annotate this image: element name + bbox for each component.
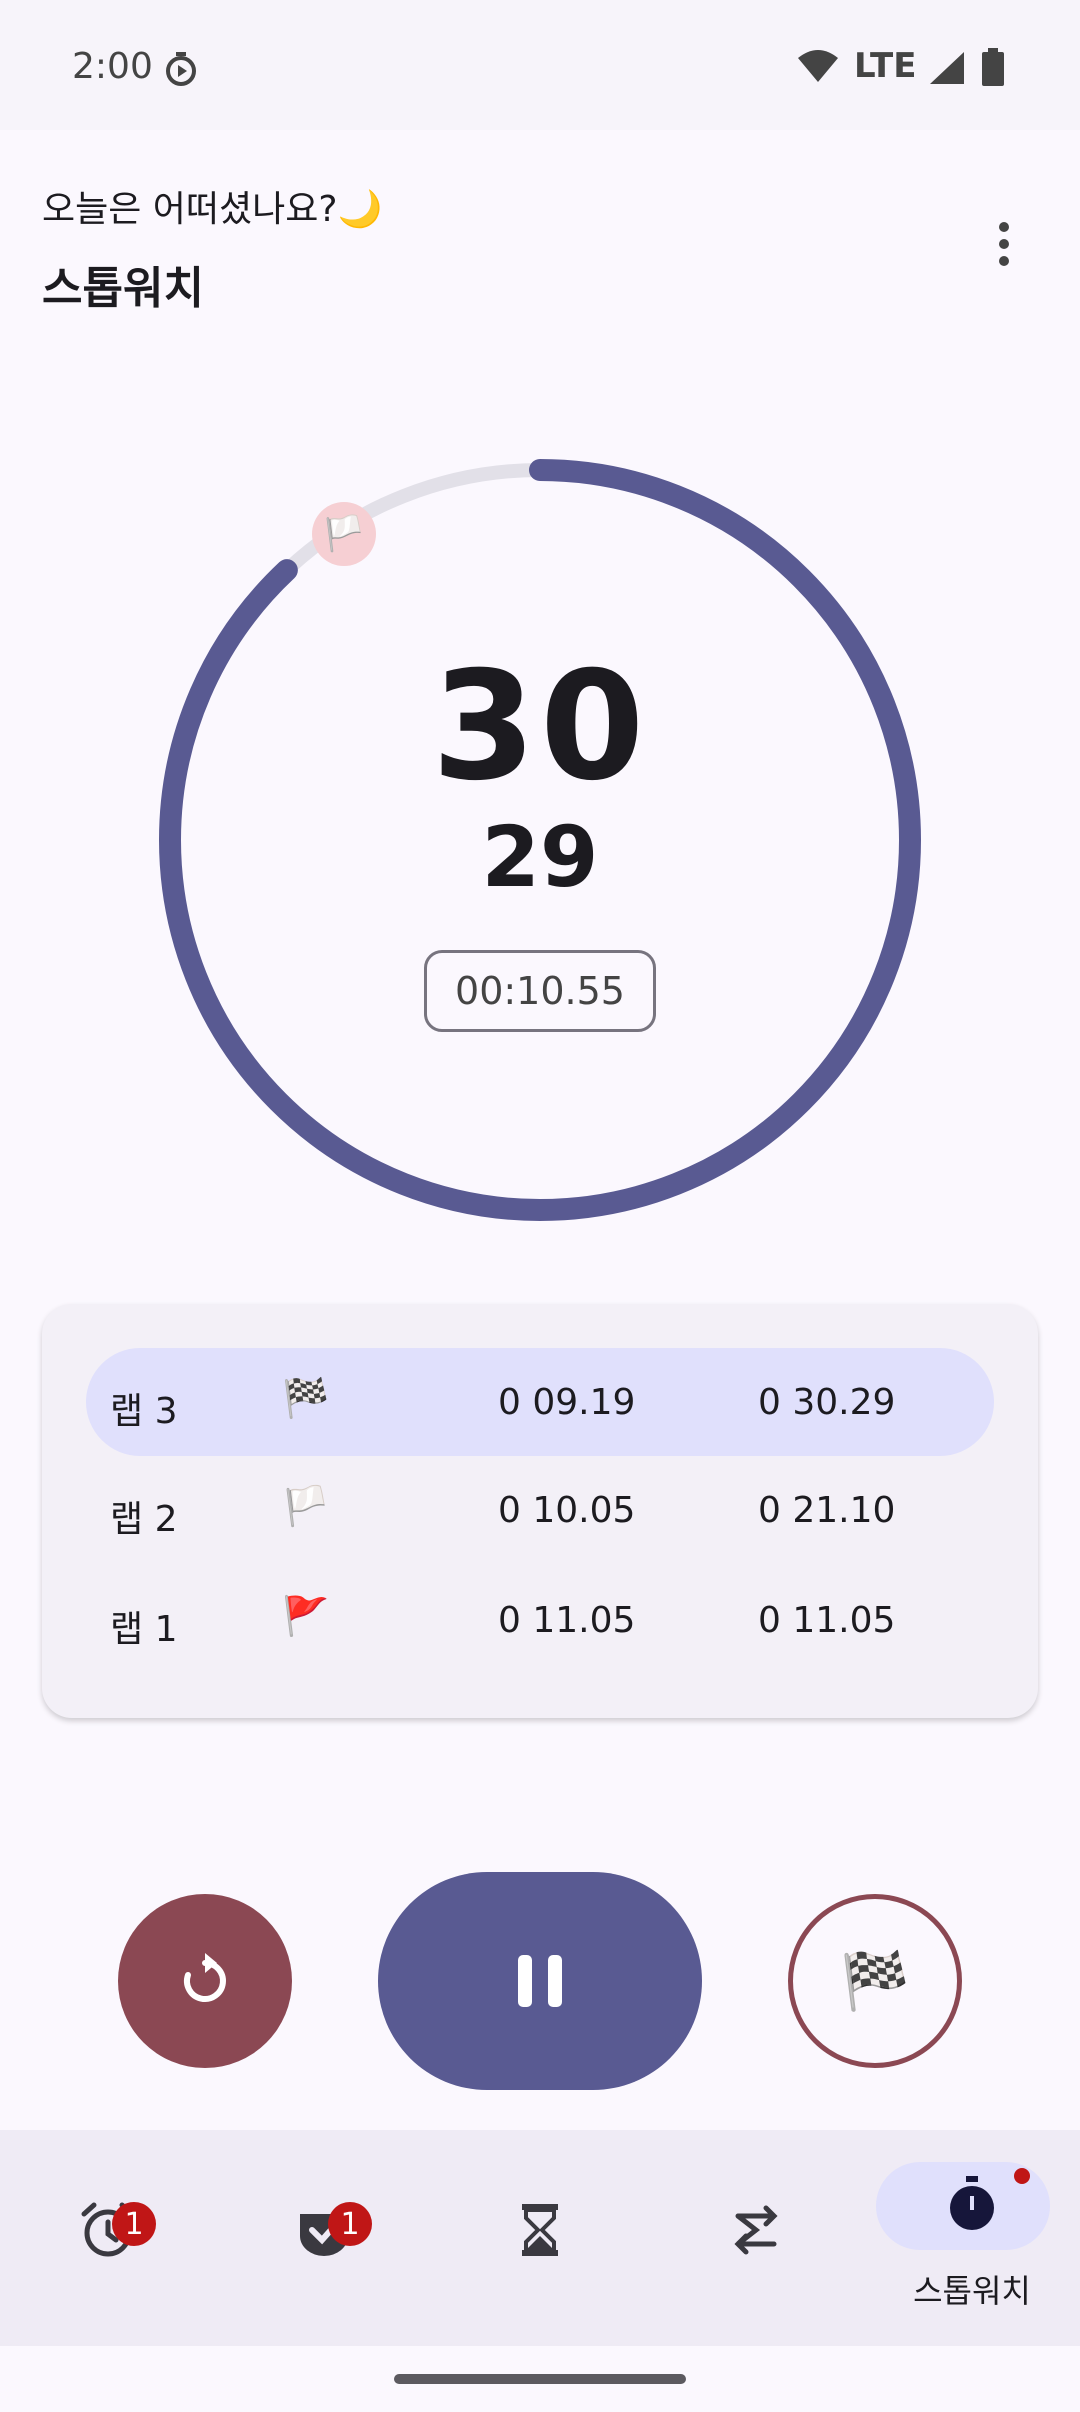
lap-split-time: 0 11.05: [498, 1600, 636, 1641]
gesture-area: [0, 2346, 1080, 2412]
lap-list: 랩 3 🏁 0 09.19 0 30.29 랩 2 🏳️ 0 10.05 0 2…: [42, 1304, 1038, 1718]
lap-button[interactable]: 🏁: [788, 1894, 962, 2068]
nav-label-stopwatch: 스톱워치: [913, 2272, 1031, 2310]
lap-label: 랩 1: [110, 1609, 178, 1650]
lap-label: 랩 2: [110, 1499, 178, 1540]
hourglass-icon: [522, 2204, 558, 2256]
current-lap-time: 00:10.55: [424, 950, 656, 1032]
white-flag-icon: 🏳️: [282, 1484, 330, 1528]
reset-button[interactable]: [118, 1894, 292, 2068]
home-gesture-bar[interactable]: [394, 2374, 686, 2384]
status-time: 2:00: [72, 46, 153, 87]
nav-repeat[interactable]: [648, 2130, 864, 2346]
lap-split-time: 0 10.05: [498, 1490, 636, 1531]
red-flag-icon: 🚩: [282, 1594, 330, 1638]
checkered-flag-icon: 🏁: [282, 1376, 330, 1420]
more-dot: [999, 256, 1009, 266]
more-options-button[interactable]: [980, 214, 1028, 274]
reset-icon: [183, 1953, 226, 2002]
nav-stopwatch[interactable]: 스톱워치: [864, 2130, 1080, 2346]
page-title: 스톱워치: [42, 263, 204, 314]
signal-icon: [930, 52, 964, 84]
lap-row: 랩 1 🚩 0 11.05 0 11.05: [86, 1566, 994, 1674]
notification-badge: 1: [328, 2202, 372, 2246]
lap-split-time: 0 09.19: [498, 1382, 636, 1423]
pause-icon: [518, 1955, 562, 2007]
lap-total-time: 0 30.29: [758, 1382, 896, 1423]
greeting-text: 오늘은 어떠셨나요?🌙: [42, 189, 383, 230]
lap-total-time: 0 11.05: [758, 1600, 896, 1641]
nav-tasks[interactable]: 1: [216, 2130, 432, 2346]
pause-button[interactable]: [378, 1872, 702, 2090]
network-type: LTE: [854, 46, 917, 86]
notification-badge: 1: [112, 2202, 156, 2246]
battery-icon: [982, 48, 1004, 86]
repeat-icon: [734, 2205, 778, 2255]
nav-timer[interactable]: [432, 2130, 648, 2346]
lap-label: 랩 3: [110, 1391, 178, 1432]
lap-row: 랩 2 🏳️ 0 10.05 0 21.10: [86, 1456, 994, 1564]
lap-total-time: 0 21.10: [758, 1490, 896, 1531]
lap-marker-flag: 🏳️: [312, 502, 376, 566]
lap-row: 랩 3 🏁 0 09.19 0 30.29: [86, 1348, 994, 1456]
nav-alarm[interactable]: 1: [0, 2130, 216, 2346]
stopwatch-icon: [950, 2176, 994, 2230]
more-dot: [999, 239, 1009, 249]
notification-dot: [1014, 2168, 1030, 2184]
timer-status-icon: [166, 52, 196, 86]
elapsed-seconds: 30: [431, 640, 649, 814]
checkered-flag-icon: 🏁: [840, 1949, 910, 2014]
status-bar: 2:00 LTE: [0, 0, 1080, 130]
bottom-navigation: 1 1 스톱워치: [0, 2130, 1080, 2346]
more-dot: [999, 222, 1009, 232]
elapsed-centiseconds: 29: [481, 808, 599, 906]
wifi-icon: [798, 50, 838, 82]
